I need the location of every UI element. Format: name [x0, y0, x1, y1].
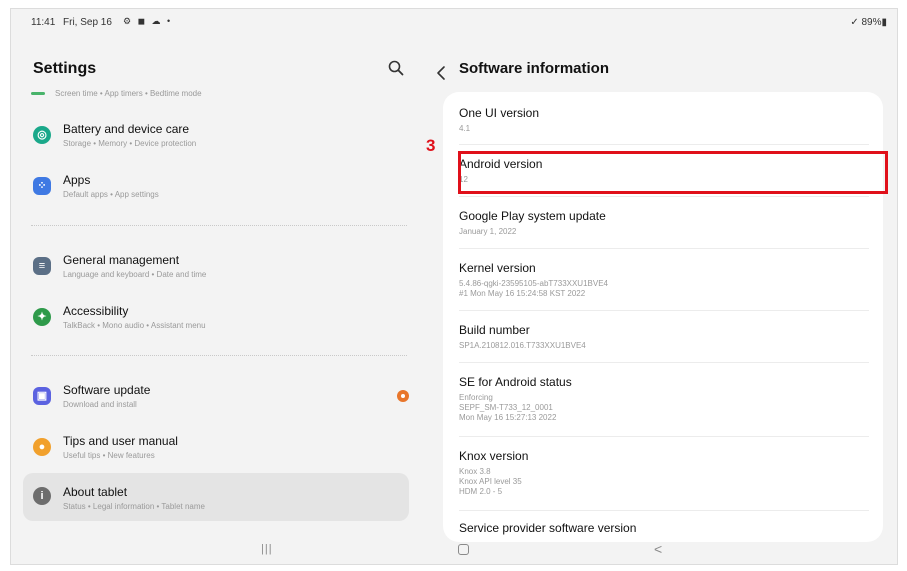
android-version-highlight — [458, 151, 888, 194]
status-bar: 11:41 Fri, Sep 16 ⚙ ◼ ☁ • ✓ 89%▮ — [11, 9, 897, 37]
search-icon[interactable] — [387, 59, 405, 77]
row-title: Google Play system update — [459, 209, 606, 223]
menu-item-subtitle: Language and keyboard • Date and time — [63, 270, 207, 279]
row-title: Knox version — [459, 449, 529, 463]
row-se-android-status[interactable]: SE for Android status Enforcing SEPF_SM-… — [459, 375, 869, 423]
row-separator — [459, 362, 869, 363]
row-title: SE for Android status — [459, 375, 572, 389]
update-badge-icon — [397, 390, 409, 402]
row-service-provider-version[interactable]: Service provider software version — [459, 521, 869, 535]
menu-item-tips[interactable]: ● Tips and user manual Useful tips • New… — [23, 426, 409, 470]
nav-back-icon[interactable]: < — [654, 541, 662, 557]
partial-item-sub: Screen time • App timers • Bedtime mode — [55, 89, 202, 98]
menu-item-title: General management — [63, 253, 180, 267]
menu-item-accessibility[interactable]: ✦ Accessibility TalkBack • Mono audio • … — [23, 296, 409, 340]
menu-item-subtitle: Download and install — [63, 400, 137, 409]
row-title: Build number — [459, 323, 530, 337]
menu-item-general-management[interactable]: ≡ General management Language and keyboa… — [23, 245, 409, 289]
home-icon[interactable] — [458, 544, 469, 555]
about-tablet-icon: i — [33, 487, 51, 505]
general-management-icon: ≡ — [33, 257, 51, 275]
menu-item-subtitle: TalkBack • Mono audio • Assistant menu — [63, 321, 206, 330]
row-title: Kernel version — [459, 261, 536, 275]
battery-indicator: ✓ 89%▮ — [850, 17, 887, 28]
row-value: 5.4.86-qgki-23595105-abT733XXU1BVE4 #1 M… — [459, 279, 608, 298]
row-separator — [459, 196, 869, 197]
row-separator — [459, 310, 869, 311]
back-arrow-icon[interactable] — [435, 65, 447, 81]
status-icons: ⚙ ◼ ☁ • — [123, 16, 173, 26]
row-title: One UI version — [459, 106, 540, 120]
row-title: Service provider software version — [459, 521, 637, 535]
row-separator — [459, 248, 869, 249]
row-separator — [459, 510, 869, 511]
menu-item-subtitle: Status • Legal information • Tablet name — [63, 502, 205, 511]
recents-icon[interactable]: ||| — [261, 543, 273, 555]
row-knox-version[interactable]: Knox version Knox 3.8 Knox API level 35 … — [459, 449, 869, 497]
battery-care-icon: ◎ — [33, 126, 51, 144]
menu-item-title: Battery and device care — [63, 122, 190, 136]
status-time: 11:41 — [31, 17, 56, 28]
navigation-bar: ||| < — [11, 536, 897, 564]
tips-icon: ● — [33, 438, 51, 456]
menu-item-software-update[interactable]: ▣ Software update Download and install — [23, 375, 409, 419]
row-value: January 1, 2022 — [459, 227, 517, 236]
row-build-number[interactable]: Build number SP1A.210812.016.T733XXU1BVE… — [459, 323, 869, 351]
settings-title: Settings — [33, 60, 97, 77]
row-google-play-update[interactable]: Google Play system update January 1, 202… — [459, 209, 869, 237]
software-information-title: Software information — [459, 60, 610, 77]
menu-item-subtitle: Default apps • App settings — [63, 190, 159, 199]
row-value: Enforcing SEPF_SM-T733_12_0001 Mon May 1… — [459, 393, 557, 422]
section-divider — [31, 225, 407, 226]
row-value: SP1A.210812.016.T733XXU1BVE4 — [459, 341, 586, 350]
accessibility-icon: ✦ — [33, 308, 51, 326]
menu-item-battery[interactable]: ◎ Battery and device care Storage • Memo… — [23, 114, 409, 158]
menu-item-apps[interactable]: ⁘ Apps Default apps • App settings — [23, 165, 409, 209]
menu-item-title: Apps — [63, 173, 91, 187]
software-update-icon: ▣ — [33, 387, 51, 405]
digital-wellbeing-icon — [31, 92, 45, 96]
row-separator — [459, 436, 869, 437]
row-kernel-version[interactable]: Kernel version 5.4.86-qgki-23595105-abT7… — [459, 261, 869, 299]
menu-item-title: Accessibility — [63, 304, 129, 318]
row-value: Knox 3.8 Knox API level 35 HDM 2.0 - 5 — [459, 467, 522, 496]
digital-wellbeing-item-partial[interactable]: Screen time • App timers • Bedtime mode — [31, 89, 202, 98]
menu-item-title: About tablet — [63, 485, 128, 499]
menu-item-subtitle: Useful tips • New features — [63, 451, 155, 460]
status-date: Fri, Sep 16 — [63, 17, 112, 28]
row-value: 4.1 — [459, 124, 471, 133]
row-separator — [459, 144, 869, 145]
step-number-annotation: 3 — [426, 136, 436, 155]
section-divider — [31, 355, 407, 356]
menu-item-title: Software update — [63, 383, 151, 397]
apps-icon: ⁘ — [33, 177, 51, 195]
menu-item-title: Tips and user manual — [63, 434, 178, 448]
menu-item-subtitle: Storage • Memory • Device protection — [63, 139, 197, 148]
row-one-ui-version[interactable]: One UI version 4.1 — [459, 106, 869, 134]
tablet-screen: 11:41 Fri, Sep 16 ⚙ ◼ ☁ • ✓ 89%▮ Setting… — [10, 8, 898, 565]
menu-item-about-tablet[interactable]: i About tablet Status • Legal informatio… — [23, 473, 409, 521]
